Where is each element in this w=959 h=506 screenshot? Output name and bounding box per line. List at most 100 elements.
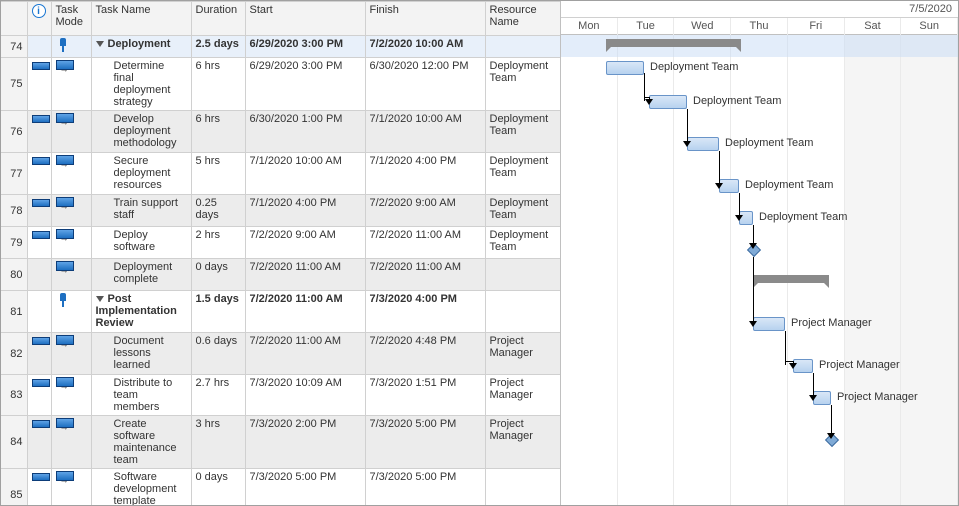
dur-cell[interactable]: 2 hrs [191,227,245,259]
task-name-cell[interactable]: Distribute to team members [91,375,191,416]
res-cell[interactable] [485,469,561,506]
table-row[interactable]: 84 Create software maintenance team3 hrs7… [1,416,561,469]
start-cell[interactable]: 6/30/2020 1:00 PM [245,111,365,153]
gantt-summary-bar[interactable] [606,39,741,47]
start-cell[interactable]: 7/2/2020 9:00 AM [245,227,365,259]
row-index[interactable]: 82 [1,333,27,375]
start-cell[interactable]: 7/2/2020 11:00 AM [245,333,365,375]
gantt-row[interactable]: Deployment Team [561,207,958,239]
start-cell[interactable]: 7/3/2020 2:00 PM [245,416,365,469]
start-cell[interactable]: 6/29/2020 3:00 PM [245,58,365,111]
table-row[interactable]: 81 Post Implementation Review1.5 days7/2/… [1,291,561,333]
start-cell[interactable]: 7/1/2020 4:00 PM [245,195,365,227]
start-cell[interactable]: 7/2/2020 11:00 AM [245,259,365,291]
start-cell[interactable]: 7/2/2020 11:00 AM [245,291,365,333]
finish-cell[interactable]: 7/1/2020 4:00 PM [365,153,485,195]
res-cell[interactable]: Deployment Team [485,195,561,227]
finish-cell[interactable]: 7/2/2020 4:48 PM [365,333,485,375]
task-mode-cell[interactable] [51,375,91,416]
gantt-body[interactable]: Deployment TeamDeployment TeamDeployment… [561,35,958,505]
task-mode-cell[interactable] [51,111,91,153]
gantt-task-bar[interactable] [687,137,719,151]
task-name-cell[interactable]: Develop deployment methodology [91,111,191,153]
task-mode-cell[interactable] [51,259,91,291]
task-mode-cell[interactable] [51,469,91,506]
col-header-start[interactable]: Start [245,2,365,36]
table-row[interactable]: 75Determine final deployment strategy6 h… [1,58,561,111]
table-row[interactable]: 76 Develop deployment methodology6 hrs6/3… [1,111,561,153]
col-header-name[interactable]: Task Name [91,2,191,36]
finish-cell[interactable]: 7/2/2020 11:00 AM [365,259,485,291]
collapse-caret-icon[interactable] [96,296,104,302]
row-index[interactable]: 84 [1,416,27,469]
row-index[interactable]: 85 [1,469,27,506]
start-cell[interactable]: 7/3/2020 10:09 AM [245,375,365,416]
dur-cell[interactable]: 2.5 days [191,36,245,58]
dur-cell[interactable]: 0.25 days [191,195,245,227]
gantt-row[interactable]: Project Manager [561,355,958,387]
gantt-row[interactable] [561,239,958,271]
dur-cell[interactable]: 3 hrs [191,416,245,469]
res-cell[interactable] [485,36,561,58]
row-index[interactable]: 74 [1,36,27,58]
start-cell[interactable]: 7/3/2020 5:00 PM [245,469,365,506]
task-mode-cell[interactable] [51,36,91,58]
col-header-info[interactable]: i [27,2,51,36]
row-index[interactable]: 78 [1,195,27,227]
dur-cell[interactable]: 6 hrs [191,111,245,153]
row-index[interactable]: 76 [1,111,27,153]
finish-cell[interactable]: 7/2/2020 11:00 AM [365,227,485,259]
gantt-task-bar[interactable] [753,317,785,331]
gantt-row[interactable]: Project Manager [561,313,958,355]
res-cell[interactable]: Project Manager [485,333,561,375]
dur-cell[interactable]: 6 hrs [191,58,245,111]
row-index[interactable]: 83 [1,375,27,416]
res-cell[interactable] [485,291,561,333]
task-mode-cell[interactable] [51,153,91,195]
task-name-cell[interactable]: Document lessons learned [91,333,191,375]
task-name-cell[interactable]: Deployment complete [91,259,191,291]
task-name-cell[interactable]: Deployment [91,36,191,58]
finish-cell[interactable]: 7/3/2020 4:00 PM [365,291,485,333]
finish-cell[interactable]: 7/1/2020 10:00 AM [365,111,485,153]
finish-cell[interactable]: 7/3/2020 1:51 PM [365,375,485,416]
col-header-index[interactable] [1,2,27,36]
dur-cell[interactable]: 5 hrs [191,153,245,195]
finish-cell[interactable]: 7/3/2020 5:00 PM [365,469,485,506]
gantt-task-bar[interactable] [719,179,739,193]
gantt-row[interactable] [561,429,958,481]
dur-cell[interactable]: 0.6 days [191,333,245,375]
col-header-finish[interactable]: Finish [365,2,485,36]
gantt-pane[interactable]: 7/5/2020 MonTueWedThuFriSatSun Deploymen… [561,1,958,505]
task-name-cell[interactable]: Post Implementation Review [91,291,191,333]
gantt-row[interactable]: Deployment Team [561,133,958,175]
res-cell[interactable]: Deployment Team [485,58,561,111]
task-name-cell[interactable]: Train support staff [91,195,191,227]
gantt-row[interactable] [561,271,958,313]
dur-cell[interactable]: 1.5 days [191,291,245,333]
gantt-task-bar[interactable] [813,391,831,405]
gantt-milestone[interactable] [747,243,761,257]
res-cell[interactable] [485,259,561,291]
task-name-cell[interactable]: Determine final deployment strategy [91,58,191,111]
task-mode-cell[interactable] [51,291,91,333]
table-row[interactable]: 83Distribute to team members2.7 hrs7/3/2… [1,375,561,416]
gantt-task-bar[interactable] [606,61,644,75]
row-index[interactable]: 80 [1,259,27,291]
task-name-cell[interactable]: Create software maintenance team [91,416,191,469]
finish-cell[interactable]: 7/2/2020 9:00 AM [365,195,485,227]
task-name-cell[interactable]: Deploy software [91,227,191,259]
row-index[interactable]: 79 [1,227,27,259]
row-index[interactable]: 81 [1,291,27,333]
task-name-cell[interactable]: Secure deployment resources [91,153,191,195]
gantt-row[interactable]: Deployment Team [561,91,958,133]
row-index[interactable]: 77 [1,153,27,195]
finish-cell[interactable]: 7/2/2020 10:00 AM [365,36,485,58]
table-row[interactable]: 80Deployment complete0 days7/2/2020 11:0… [1,259,561,291]
table-row[interactable]: 82Document lessons learned0.6 days7/2/20… [1,333,561,375]
gantt-row[interactable]: Deployment Team [561,57,958,91]
gantt-task-bar[interactable] [649,95,687,109]
res-cell[interactable]: Deployment Team [485,227,561,259]
dur-cell[interactable]: 2.7 hrs [191,375,245,416]
gantt-row[interactable]: Deployment Team [561,175,958,207]
